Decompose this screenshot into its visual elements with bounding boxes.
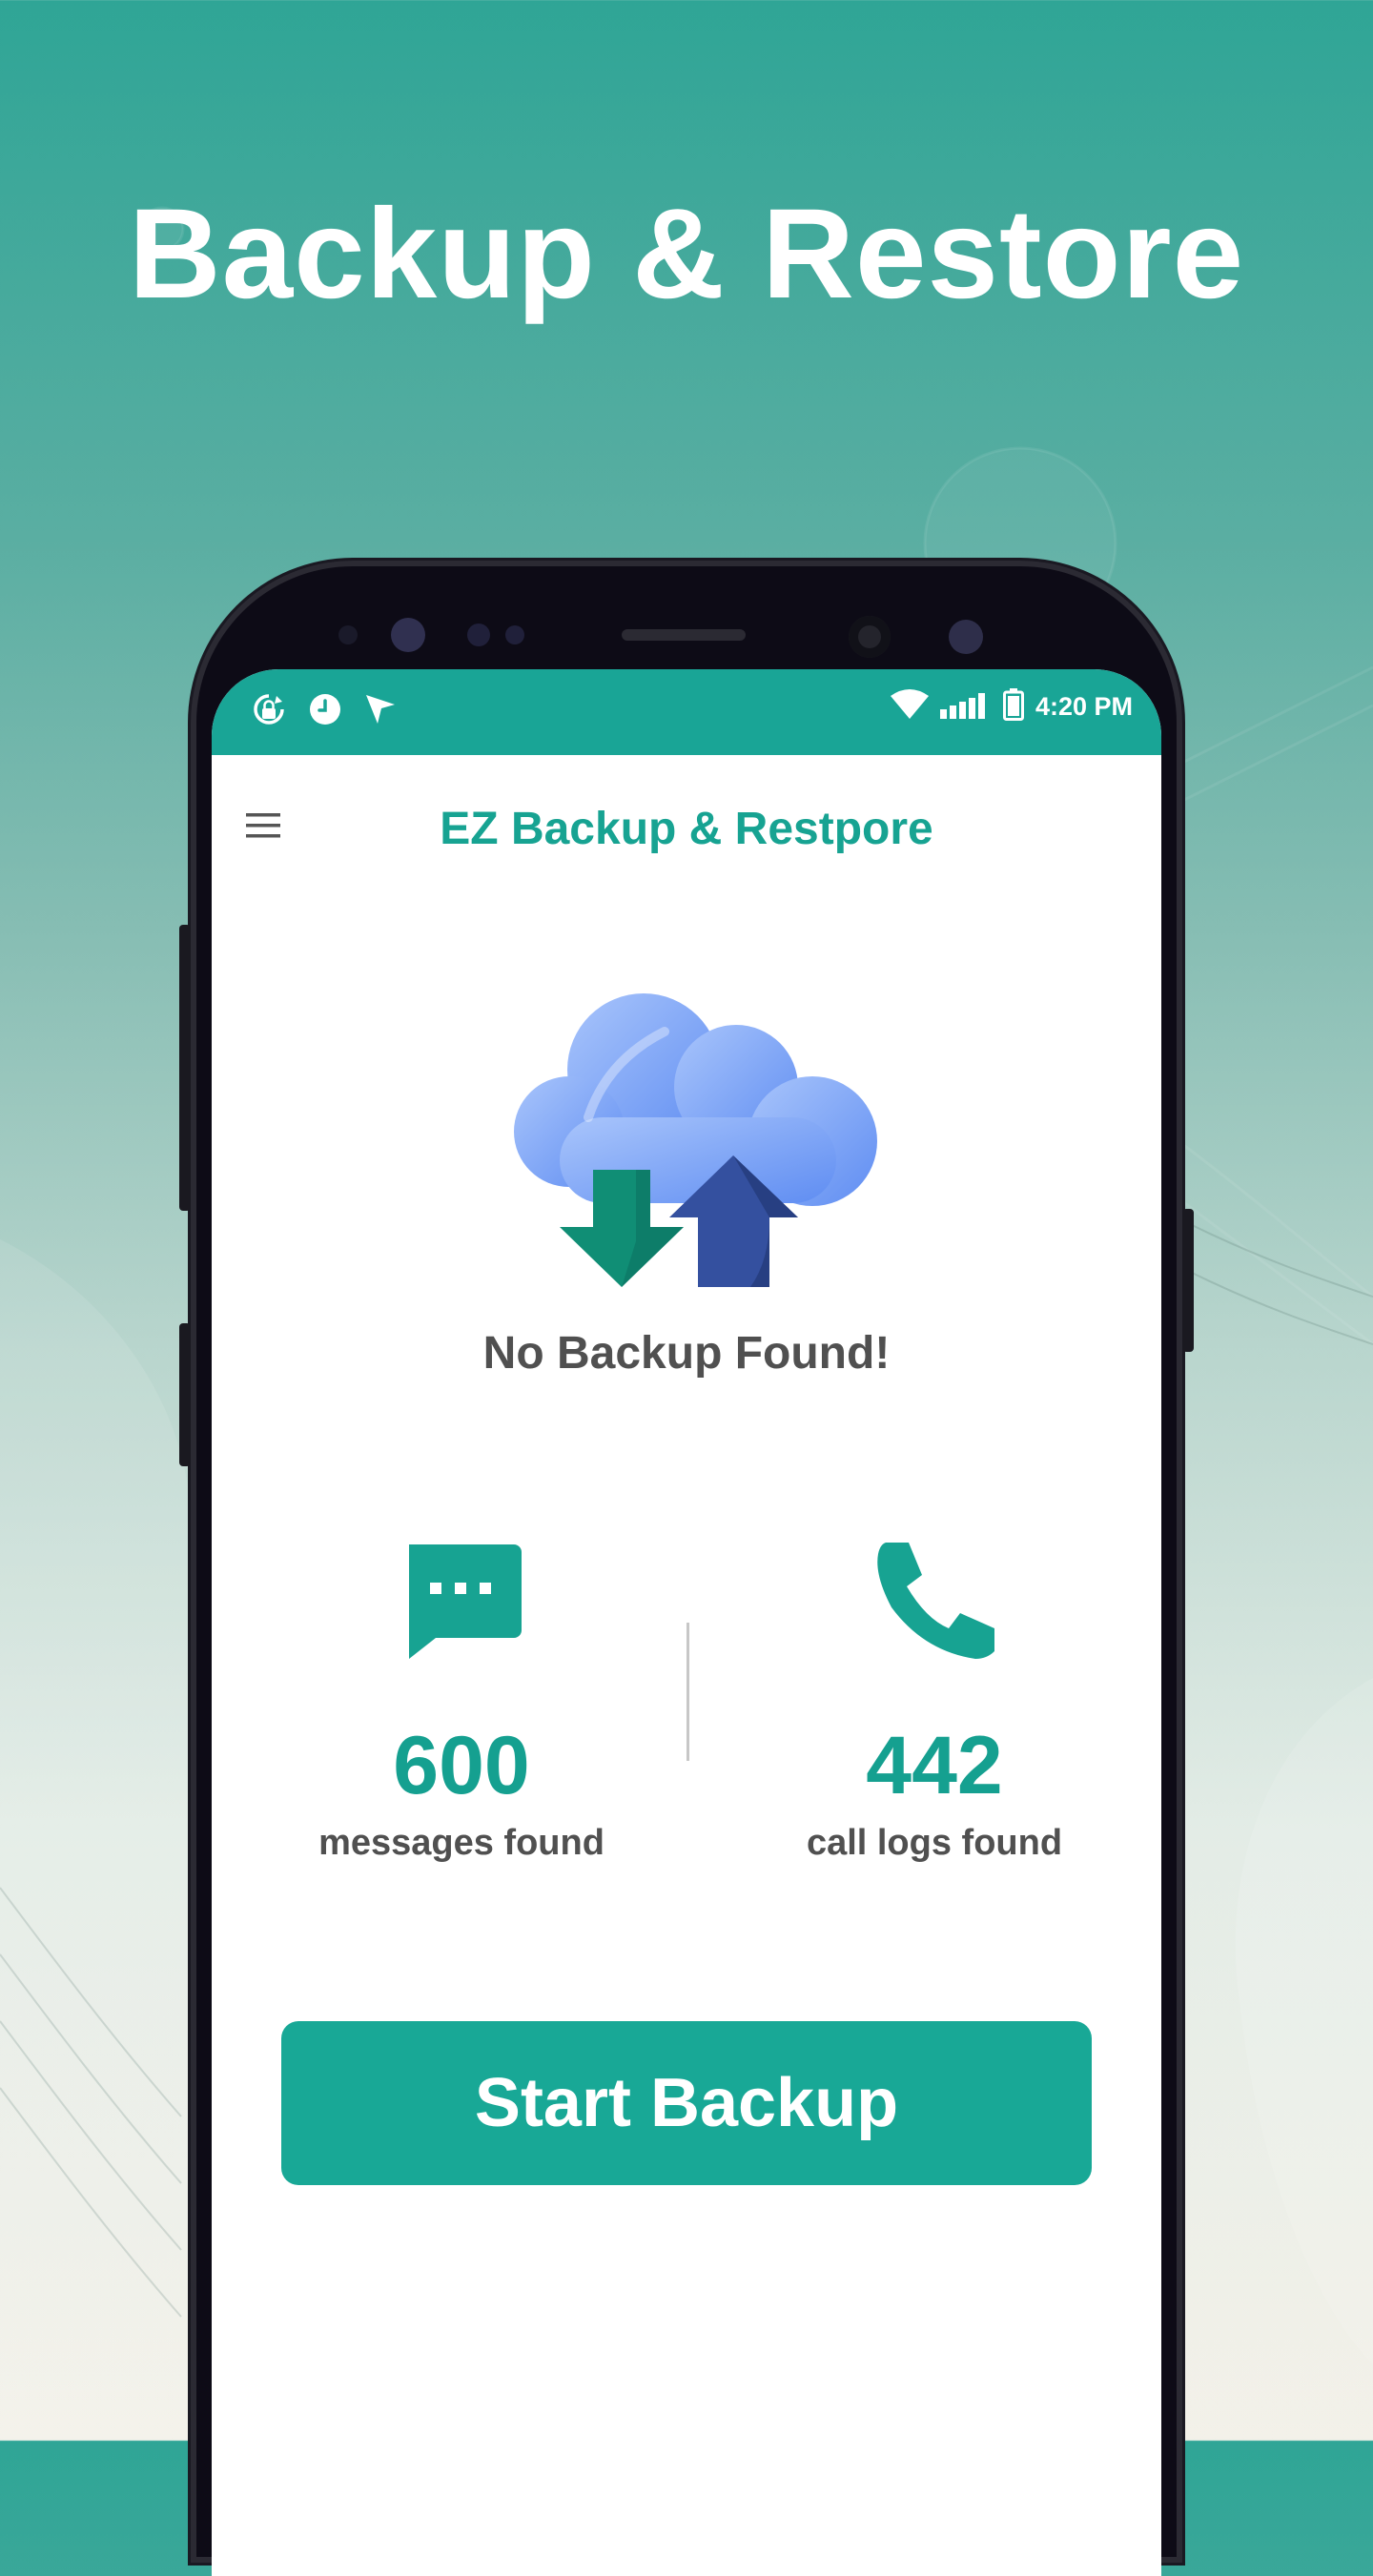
clock-icon [307, 691, 343, 732]
cloud-upload-download-icon [483, 974, 893, 1289]
messages-count: 600 [393, 1720, 530, 1811]
stats-divider [686, 1623, 689, 1761]
wifi-icon [890, 688, 929, 726]
status-time: 4:20 PM [1035, 692, 1133, 721]
front-camera [849, 616, 891, 658]
message-icon [400, 1537, 523, 1661]
location-arrow-icon [362, 691, 399, 732]
call-logs-count: 442 [866, 1720, 1003, 1811]
earpiece-speaker [622, 629, 746, 641]
call-logs-stat: 442 call logs found [772, 1537, 1096, 1864]
sensor-dot [467, 624, 490, 646]
phone-screen: 4:20 PM EZ Backup & Restpore No Backup F… [212, 669, 1161, 2576]
battery-icon [1002, 688, 1024, 726]
phone-icon [872, 1537, 996, 1661]
iris-camera [949, 620, 983, 654]
sync-lock-icon [250, 690, 288, 733]
status-bar: 4:20 PM [212, 669, 1161, 755]
app-bar: EZ Backup & Restpore [212, 755, 1161, 908]
call-logs-label: call logs found [806, 1823, 1063, 1863]
app-title: EZ Backup & Restpore [440, 804, 933, 854]
phone-frame: 4:20 PM EZ Backup & Restpore No Backup F… [179, 561, 1194, 2576]
sensor-dot [505, 625, 524, 644]
promo-headline: Backup & Restore [128, 183, 1245, 325]
power-button [179, 1323, 191, 1466]
no-backup-message: No Backup Found! [482, 1328, 891, 1379]
messages-stat: 600 messages found [299, 1537, 624, 1864]
messages-label: messages found [318, 1823, 605, 1863]
volume-button [179, 925, 191, 1211]
sensor-dot [338, 625, 358, 644]
start-backup-button[interactable]: Start Backup [281, 2021, 1092, 2185]
bixby-button [1182, 1209, 1194, 1352]
signal-icon [939, 690, 992, 724]
iris-sensor [391, 618, 425, 652]
